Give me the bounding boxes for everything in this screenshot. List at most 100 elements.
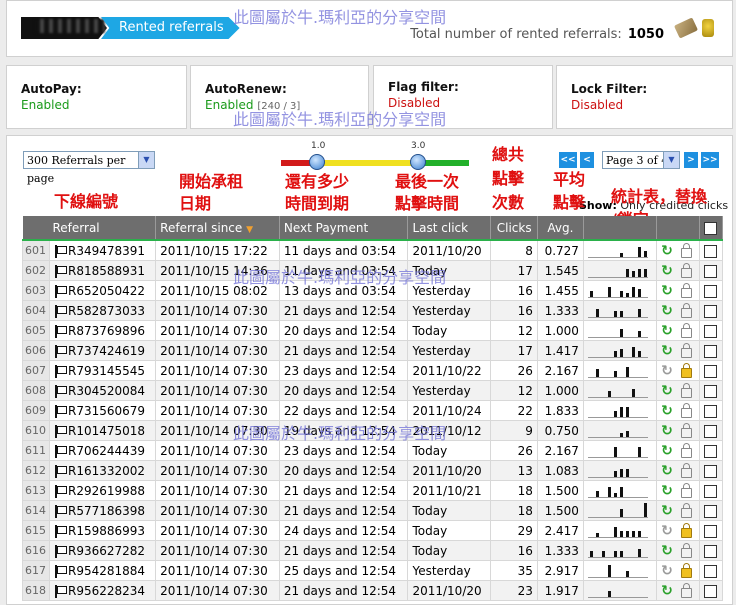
graph-cell[interactable] (582, 460, 658, 481)
flag-icon[interactable] (54, 444, 67, 458)
click-graph[interactable] (587, 463, 648, 478)
recycle-icon[interactable]: ↻ (661, 463, 675, 479)
row-checkbox[interactable] (704, 504, 718, 518)
flag-icon[interactable] (54, 344, 67, 358)
click-graph[interactable] (587, 503, 648, 518)
col-clicks[interactable]: Clicks (490, 216, 538, 241)
lock-icon[interactable] (681, 282, 693, 298)
referral-cell[interactable]: R577186398 (48, 500, 157, 521)
prev-page-button[interactable]: < (580, 152, 594, 168)
flag-icon[interactable] (54, 484, 67, 498)
click-graph[interactable] (587, 423, 648, 438)
recycle-icon[interactable]: ↻ (661, 383, 675, 399)
graph-cell[interactable] (582, 400, 658, 421)
click-graph[interactable] (587, 403, 648, 418)
table-row[interactable]: 608 R304520084 2011/10/14 07:30 20 days and… (22, 380, 724, 401)
referral-cell[interactable]: R731560679 (48, 400, 157, 421)
recycle-icon[interactable]: ↻ (661, 503, 675, 519)
ticket-icon[interactable] (673, 17, 699, 39)
breadcrumb-current[interactable]: Rented referrals (101, 17, 240, 39)
table-row[interactable]: 606 R737424619 2011/10/14 07:30 21 days and… (22, 340, 724, 361)
click-graph[interactable] (587, 323, 648, 338)
row-checkbox[interactable] (704, 284, 718, 298)
click-graph[interactable] (587, 483, 648, 498)
referral-cell[interactable]: R652050422 (48, 280, 157, 301)
graph-cell[interactable] (582, 320, 658, 341)
graph-cell[interactable] (582, 239, 658, 261)
flag-icon[interactable] (54, 464, 67, 478)
flag-icon[interactable] (54, 304, 67, 318)
table-row[interactable]: 613 R292619988 2011/10/14 07:30 21 days and… (22, 480, 724, 501)
recycle-icon[interactable]: ↻ (661, 323, 675, 339)
click-graph[interactable] (587, 543, 648, 558)
row-checkbox[interactable] (704, 384, 718, 398)
referral-cell[interactable]: R292619988 (48, 480, 157, 501)
recycle-icon[interactable]: ↻ (661, 363, 675, 379)
lock-icon[interactable] (681, 462, 693, 478)
col-referral-since[interactable]: Referral since ▼ (155, 216, 280, 241)
graph-cell[interactable] (582, 360, 658, 381)
lock-icon[interactable] (681, 262, 693, 278)
select-all-checkbox[interactable] (704, 221, 718, 235)
referral-cell[interactable]: R304520084 (48, 380, 157, 401)
row-checkbox[interactable] (704, 524, 718, 538)
graph-cell[interactable] (582, 300, 658, 321)
referral-cell[interactable]: R818588931 (48, 260, 157, 281)
click-graph[interactable] (587, 263, 648, 278)
recycle-icon[interactable]: ↻ (661, 543, 675, 559)
row-checkbox[interactable] (704, 484, 718, 498)
row-checkbox[interactable] (704, 364, 718, 378)
col-avg[interactable]: Avg. (537, 216, 584, 241)
lock-filter-box[interactable]: Lock Filter: Disabled (556, 65, 733, 129)
referral-cell[interactable]: R582873033 (48, 300, 157, 321)
graph-cell[interactable] (582, 420, 658, 441)
row-checkbox[interactable] (704, 404, 718, 418)
flag-icon[interactable] (54, 324, 67, 338)
chevron-down-icon[interactable]: ▼ (663, 152, 679, 168)
page-select[interactable]: Page 3 of 4 ▼ (602, 151, 680, 169)
row-checkbox[interactable] (704, 304, 718, 318)
table-row[interactable]: 614 R577186398 2011/10/14 07:30 21 days and… (22, 500, 724, 521)
row-checkbox[interactable] (704, 324, 718, 338)
click-graph[interactable] (587, 523, 648, 538)
referral-cell[interactable]: R101475018 (48, 420, 157, 441)
recycle-icon[interactable]: ↻ (661, 483, 675, 499)
lock-icon[interactable] (681, 502, 693, 518)
lock-icon[interactable] (681, 422, 693, 438)
click-graph[interactable] (587, 303, 648, 318)
recycle-icon[interactable]: ↻ (661, 303, 675, 319)
recycle-icon[interactable]: ↻ (661, 403, 675, 419)
row-checkbox[interactable] (704, 544, 718, 558)
table-row[interactable]: 618 R956228234 2011/10/14 07:30 21 days and… (22, 580, 724, 601)
graph-cell[interactable] (582, 560, 658, 581)
flag-icon[interactable] (54, 524, 67, 538)
graph-cell[interactable] (582, 380, 658, 401)
first-page-button[interactable]: << (559, 152, 577, 168)
graph-cell[interactable] (582, 260, 658, 281)
referral-cell[interactable]: R161332002 (48, 460, 157, 481)
table-row[interactable]: 607 R793145545 2011/10/14 07:30 23 days and… (22, 360, 724, 381)
recycle-icon[interactable]: ↻ (661, 283, 675, 299)
flag-icon[interactable] (54, 544, 67, 558)
lock-icon[interactable] (681, 342, 693, 358)
flag-icon[interactable] (54, 244, 67, 258)
row-checkbox[interactable] (704, 424, 718, 438)
recycle-icon[interactable]: ↻ (661, 263, 675, 279)
graph-cell[interactable] (582, 440, 658, 461)
lock-icon[interactable] (681, 582, 693, 598)
flag-icon[interactable] (54, 504, 67, 518)
lock-icon[interactable] (681, 562, 693, 578)
referral-cell[interactable]: R706244439 (48, 440, 157, 461)
lock-icon[interactable] (681, 542, 693, 558)
recycle-icon[interactable]: ↻ (661, 523, 675, 539)
lock-icon[interactable] (681, 482, 693, 498)
recycle-icon[interactable]: ↻ (661, 563, 675, 579)
recycle-icon[interactable]: ↻ (661, 583, 675, 599)
autopay-box[interactable]: AutoPay: Enabled (6, 65, 187, 129)
flag-icon[interactable] (54, 564, 67, 578)
table-row[interactable]: 604 R582873033 2011/10/14 07:30 21 days and… (22, 300, 724, 321)
referral-cell[interactable]: R793145545 (48, 360, 157, 381)
lock-icon[interactable] (681, 242, 693, 258)
lock-icon[interactable] (681, 322, 693, 338)
money-bag-icon[interactable] (702, 19, 714, 37)
